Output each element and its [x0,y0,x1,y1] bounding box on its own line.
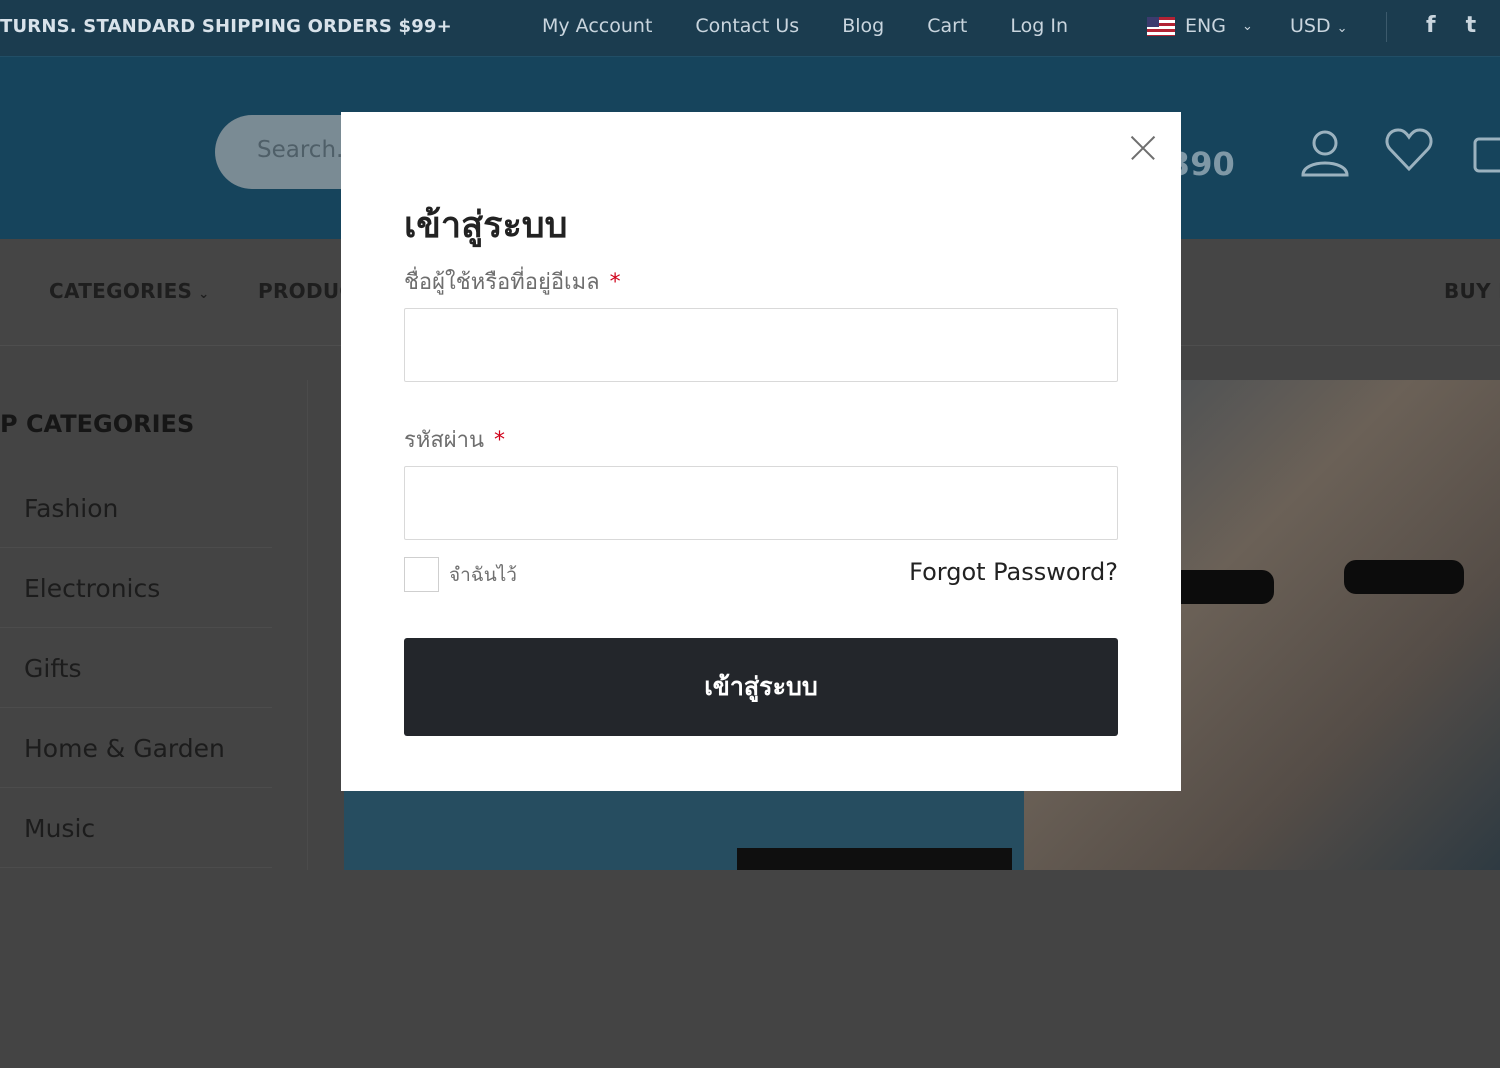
required-mark: * [609,270,621,295]
remember-me-label: จำฉันไว้ [449,563,517,586]
required-mark: * [494,428,506,453]
category-sidebar: P CATEGORIES Fashion Electronics Gifts H… [0,380,308,870]
log-in-link[interactable]: Log In [1010,15,1068,37]
forgot-password-link[interactable]: Forgot Password? [909,558,1118,586]
login-button[interactable]: เข้าสู่ระบบ [404,638,1118,736]
password-label-text: รหัสผ่าน [404,428,485,453]
my-account-link[interactable]: My Account [542,15,652,37]
sidebar-item-home-garden[interactable]: Home & Garden [0,708,272,788]
contact-us-link[interactable]: Contact Us [695,15,799,37]
password-field[interactable] [404,466,1118,540]
top-bar: TURNS. STANDARD SHIPPING ORDERS $99+ My … [0,0,1500,56]
sidebar-item-gifts[interactable]: Gifts [0,628,272,708]
heart-icon[interactable] [1385,127,1433,180]
password-label: รหัสผ่าน * [404,422,505,457]
hero-cta-button[interactable] [737,848,1012,870]
remember-me: จำฉันไว้ [404,557,517,592]
modal-title: เข้าสู่ระบบ [404,205,568,246]
sidebar-item-fashion[interactable]: Fashion [0,468,272,548]
username-label: ชื่อผู้ใช้หรือที่อยู่อีเมล * [404,264,621,299]
language-label: ENG [1185,15,1226,37]
username-label-text: ชื่อผู้ใช้หรือที่อยู่อีเมล [404,270,600,295]
user-icon[interactable] [1300,127,1350,184]
chevron-down-icon: ⌄ [1241,18,1253,34]
us-flag-icon [1147,16,1175,36]
username-field[interactable] [404,308,1118,382]
remember-me-checkbox[interactable] [404,557,439,592]
facebook-icon[interactable]: f [1426,13,1436,38]
nav-categories-label: CATEGORIES [49,279,193,303]
divider [1386,12,1387,42]
nav-buy[interactable]: BUY P [1444,279,1500,303]
category-list: Fashion Electronics Gifts Home & Garden … [0,468,272,868]
chevron-down-icon: ⌄ [1336,21,1348,36]
currency-selector[interactable]: USD ⌄ [1290,15,1348,37]
sunglasses-shape [1344,560,1464,594]
sidebar-title: P CATEGORIES [0,410,195,438]
currency-label: USD [1290,15,1331,37]
sidebar-item-music[interactable]: Music [0,788,272,868]
social-links: f t [1426,13,1476,38]
bag-icon[interactable] [1472,127,1500,180]
nav-categories[interactable]: CATEGORIES ⌄ [49,279,209,303]
nav-products[interactable]: PRODUC [258,279,354,303]
sidebar-item-electronics[interactable]: Electronics [0,548,272,628]
language-selector[interactable]: ENG ⌄ [1147,15,1253,37]
cart-link[interactable]: Cart [927,15,967,37]
login-modal: เข้าสู่ระบบ ชื่อผู้ใช้หรือที่อยู่อีเมล * … [341,112,1181,791]
blog-link[interactable]: Blog [842,15,884,37]
twitter-icon[interactable]: t [1466,13,1477,38]
promo-text: TURNS. STANDARD SHIPPING ORDERS $99+ [0,16,452,37]
top-links: My Account Contact Us Blog Cart Log In [542,15,1068,37]
chevron-down-icon: ⌄ [198,287,210,302]
close-icon[interactable] [1129,134,1157,162]
